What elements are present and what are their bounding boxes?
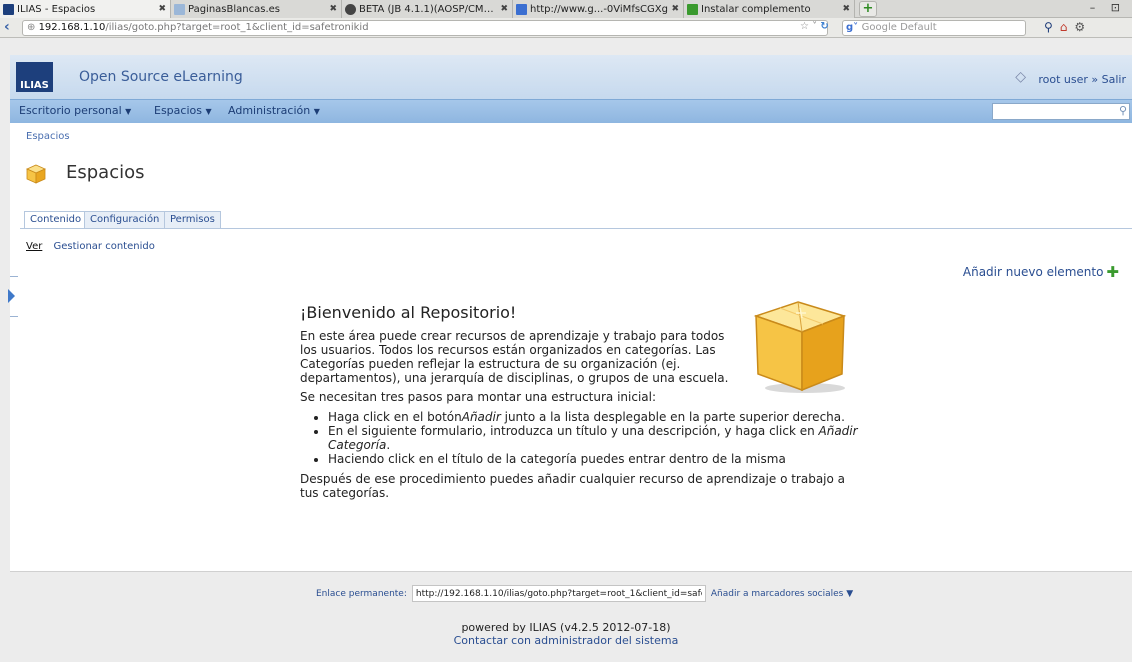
home-icon[interactable]: ⌂ <box>1060 20 1068 34</box>
logo-text: ILIAS <box>20 80 49 91</box>
powered-by-text: powered by ILIAS (v4.2.5 2012-07-18) <box>461 621 671 634</box>
new-tab-button[interactable]: + <box>859 1 877 17</box>
site-search-input[interactable]: ⚲ <box>992 103 1130 120</box>
close-icon[interactable]: ✖ <box>671 4 679 14</box>
back-arrow-icon[interactable]: ‹ <box>4 19 10 35</box>
plus-icon: ✚ <box>1106 263 1119 281</box>
menu-item-label: Administración <box>228 104 311 117</box>
browser-tab-label: ILIAS - Espacios <box>17 3 96 15</box>
list-item: En el siguiente formulario, introduzca u… <box>328 424 866 452</box>
browser-tab[interactable]: BETA (JB 4.1.1)(AOSP/CM1... ✖ <box>342 0 513 18</box>
sub-tabs: Ver Gestionar contenido <box>26 241 163 252</box>
tab-divider <box>20 228 1132 229</box>
permalink-label: Enlace permanente: <box>316 588 407 599</box>
browser-tab-label: BETA (JB 4.1.1)(AOSP/CM1... <box>359 3 498 15</box>
user-logout-link[interactable]: root user » Salir <box>1038 73 1126 86</box>
close-icon[interactable]: ✖ <box>842 4 850 14</box>
search-icon[interactable]: ⚲ <box>1119 104 1127 117</box>
powered-by: powered by ILIAS (v4.2.5 2012-07-18) Con… <box>0 621 1132 647</box>
search-engine-input[interactable]: g˅ Google Default <box>842 20 1026 36</box>
search-engine-label: Google Default <box>861 22 937 33</box>
browser-tab[interactable]: Instalar complemento ✖ <box>684 0 855 18</box>
step-emphasis: Añadir <box>461 410 501 424</box>
chevron-down-icon: ▼ <box>125 107 132 116</box>
browser-tab[interactable]: PaginasBlancas.es ✖ <box>171 0 342 18</box>
globe-icon: ⊕ <box>27 22 39 33</box>
list-item: Haga click en el botónAñadir junto a la … <box>328 410 866 424</box>
browser-navigation-bar: ‹ ⊕ 192.168.1.10/ilias/goto.php?target=r… <box>0 18 1132 38</box>
page-favicon-icon <box>516 3 527 15</box>
chevron-down-icon: ▼ <box>846 588 854 599</box>
page-favicon-icon <box>174 3 185 15</box>
site-title: Open Source eLearning <box>79 69 243 85</box>
left-panel-toggle[interactable] <box>8 276 18 317</box>
menu-item-escritorio-personal[interactable]: Escritorio personal ▼ <box>19 104 131 117</box>
category-box-icon <box>26 164 46 184</box>
permalink-field[interactable] <box>411 585 706 602</box>
close-icon[interactable]: ✖ <box>158 4 166 14</box>
steps-list: Haga click en el botónAñadir junto a la … <box>328 410 866 466</box>
contact-admin-link[interactable]: Contactar con administrador del sistema <box>0 634 1132 647</box>
page-favicon-icon <box>345 3 356 15</box>
close-icon[interactable]: ✖ <box>329 4 337 14</box>
step-text: junto a la lista desplegable en la parte… <box>500 410 845 424</box>
browser-tab-label: Instalar complemento <box>701 3 811 15</box>
puzzle-favicon-icon <box>687 3 698 15</box>
step-text: En el siguiente formulario, introduzca u… <box>328 424 819 438</box>
welcome-steps-intro: Se necesitan tres pasos para montar una … <box>300 390 657 404</box>
tools-icon[interactable]: ⚙ <box>1074 20 1085 34</box>
ilias-favicon-icon <box>3 3 14 15</box>
url-input[interactable]: ⊕ 192.168.1.10/ilias/goto.php?target=roo… <box>22 20 828 36</box>
page-title: Espacios <box>66 162 145 183</box>
search-icon[interactable]: ⚲ <box>1044 20 1053 34</box>
page-footer: Enlace permanente: Añadir a marcadores s… <box>0 573 1132 662</box>
browser-tab[interactable]: http://www.g...-0ViMfsCGXg ✖ <box>513 0 684 18</box>
close-icon[interactable]: ✖ <box>500 4 508 14</box>
url-path: /ilias/goto.php?target=root_1&client_id=… <box>105 22 369 33</box>
tab-contenido[interactable]: Contenido <box>24 211 88 229</box>
ilias-logo[interactable]: ILIAS <box>16 62 53 92</box>
main-content: Espacios Espacios Contenido Configuració… <box>8 123 1132 572</box>
permalink-row: Enlace permanente: Añadir a marcadores s… <box>316 585 853 602</box>
menu-item-label: Espacios <box>154 104 202 117</box>
browser-tab[interactable]: ILIAS - Espacios ✖ <box>0 0 171 18</box>
step-text: Haga click en el botón <box>328 410 462 424</box>
welcome-outro: Después de ese procedimiento puedes añad… <box>300 472 846 500</box>
browser-toolbar-icons: ⚲ ⌂ ⚙ <box>1044 20 1085 34</box>
mail-icon[interactable]: ◇ <box>1015 69 1026 85</box>
bookmark-star-icon[interactable]: ☆ ˅ ↻ <box>800 21 829 32</box>
menu-item-espacios[interactable]: Espacios ▼ <box>154 104 212 117</box>
browser-tab-strip: ILIAS - Espacios ✖ PaginasBlancas.es ✖ B… <box>0 0 1132 18</box>
browser-tab-label: PaginasBlancas.es <box>188 3 280 15</box>
social-bookmarks-link[interactable]: Añadir a marcadores sociales ▼ <box>711 589 853 599</box>
google-icon: g˅ <box>846 22 862 33</box>
browser-tab-label: http://www.g...-0ViMfsCGXg <box>530 3 668 15</box>
menu-item-label: Escritorio personal <box>19 104 122 117</box>
menu-item-administracion[interactable]: Administración ▼ <box>228 104 320 117</box>
welcome-intro: En este área puede crear recursos de apr… <box>300 329 729 385</box>
add-new-item-button[interactable]: Añadir nuevo elemento ✚ <box>963 263 1119 281</box>
subtab-ver[interactable]: Ver <box>26 241 42 252</box>
url-host: 192.168.1.10 <box>38 22 106 33</box>
add-new-item-label: Añadir nuevo elemento <box>962 265 1104 279</box>
list-item: Haciendo click en el título de la catego… <box>328 452 866 466</box>
chevron-down-icon: ▼ <box>313 107 320 116</box>
main-menu: Escritorio personal ▼ Espacios ▼ Adminis… <box>10 99 1132 123</box>
step-text: . <box>386 438 391 452</box>
breadcrumb[interactable]: Espacios <box>26 131 70 142</box>
repository-box-illustration <box>753 301 847 393</box>
site-header: ILIAS Open Source eLearning ◇ root user … <box>10 55 1132 99</box>
chevron-down-icon: ▼ <box>205 107 212 116</box>
window-controls[interactable]: – ⊡ <box>1090 1 1126 14</box>
tab-configuracion[interactable]: Configuración <box>84 211 166 229</box>
subtab-gestionar-contenido[interactable]: Gestionar contenido <box>54 241 155 252</box>
social-bookmarks-label: Añadir a marcadores sociales <box>710 588 844 599</box>
tab-permisos[interactable]: Permisos <box>164 211 221 229</box>
